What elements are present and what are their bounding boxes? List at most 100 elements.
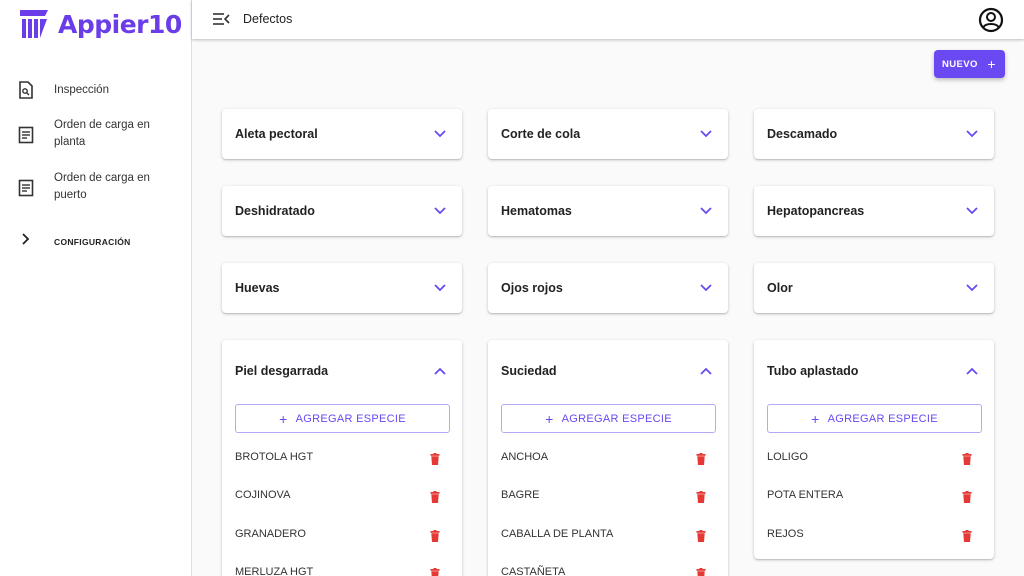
species-row: BROTOLA HGT <box>235 451 450 469</box>
defect-card: Hepatopancreas <box>754 186 994 236</box>
species-name: GRANADERO <box>235 528 306 540</box>
sidebar-item-label: Inspección <box>54 84 109 96</box>
chevron-down-icon <box>700 130 712 138</box>
trash-icon[interactable] <box>430 530 440 542</box>
defect-card-header[interactable]: Deshidratado <box>222 186 462 236</box>
defect-card: Descamado <box>754 109 994 159</box>
chevron-down-icon <box>700 207 712 215</box>
sidebar-item-orden-puerto[interactable]: Orden de carga en puerto <box>0 170 191 206</box>
species-row: BAGRE <box>501 489 716 507</box>
add-species-label: AGREGAR ESPECIE <box>561 412 672 425</box>
chevron-up-icon <box>966 367 978 375</box>
add-species-button[interactable]: + AGREGAR ESPECIE <box>235 404 450 433</box>
species-name: REJOS <box>767 528 804 540</box>
add-species-button[interactable]: + AGREGAR ESPECIE <box>767 404 982 433</box>
account-circle-icon[interactable] <box>978 7 1004 33</box>
plus-icon: + <box>279 410 288 427</box>
trash-icon[interactable] <box>696 453 706 465</box>
chevron-down-icon <box>434 284 446 292</box>
chevron-up-icon <box>434 367 446 375</box>
plus-icon: + <box>545 410 554 427</box>
trash-icon[interactable] <box>962 530 972 542</box>
app-root: Appier10 Inspección Orden de carga en pl… <box>0 0 1024 576</box>
species-name: MERLUZA HGT <box>235 566 314 576</box>
chevron-right-icon <box>22 233 30 245</box>
defect-card-header[interactable]: Ojos rojos <box>488 263 728 313</box>
defect-title: Olor <box>767 281 793 295</box>
species-row: CABALLA DE PLANTA <box>501 528 716 546</box>
brand-logo-icon <box>20 10 48 38</box>
sidebar-item-orden-planta[interactable]: Orden de carga en planta <box>0 117 191 153</box>
defect-title: Huevas <box>235 281 280 295</box>
defect-title: Hematomas <box>501 204 572 218</box>
trash-icon[interactable] <box>696 491 706 503</box>
brand-logo[interactable]: Appier10 <box>18 8 182 40</box>
new-button[interactable]: NUEVO + <box>934 50 1005 78</box>
defect-card-header[interactable]: Suciedad <box>488 340 728 402</box>
defect-title: Ojos rojos <box>501 281 563 295</box>
defect-card-header[interactable]: Aleta pectoral <box>222 109 462 159</box>
defect-title: Hepatopancreas <box>767 204 865 218</box>
trash-icon[interactable] <box>430 568 440 576</box>
defect-card-header[interactable]: Hematomas <box>488 186 728 236</box>
species-row: POTA ENTERA <box>767 489 982 507</box>
defect-title: Deshidratado <box>235 204 315 218</box>
species-name: BROTOLA HGT <box>235 451 314 463</box>
trash-icon[interactable] <box>696 530 706 542</box>
sidebar-item-inspeccion[interactable]: Inspección <box>0 80 191 100</box>
defect-card-header[interactable]: Descamado <box>754 109 994 159</box>
defect-card-header[interactable]: Huevas <box>222 263 462 313</box>
sidebar: Appier10 Inspección Orden de carga en pl… <box>0 0 192 576</box>
plus-icon: + <box>987 56 996 72</box>
chevron-down-icon <box>966 207 978 215</box>
species-row: CASTAÑETA <box>501 566 716 576</box>
add-species-button[interactable]: + AGREGAR ESPECIE <box>501 404 716 433</box>
defect-card: Corte de cola <box>488 109 728 159</box>
trash-icon[interactable] <box>430 453 440 465</box>
defect-card-header[interactable]: Olor <box>754 263 994 313</box>
defect-title: Corte de cola <box>501 127 581 141</box>
species-name: ANCHOA <box>501 451 549 463</box>
defect-title: Tubo aplastado <box>767 364 859 378</box>
chevron-up-icon <box>700 367 712 375</box>
trash-icon[interactable] <box>696 568 706 576</box>
species-name: CABALLA DE PLANTA <box>501 528 614 540</box>
defect-card: Ojos rojos <box>488 263 728 313</box>
chevron-down-icon <box>434 207 446 215</box>
trash-icon[interactable] <box>430 491 440 503</box>
defect-card: Olor <box>754 263 994 313</box>
list-document-icon <box>18 179 34 197</box>
defect-card-header[interactable]: Tubo aplastado <box>754 340 994 402</box>
chevron-down-icon <box>966 130 978 138</box>
defect-card: Deshidratado <box>222 186 462 236</box>
species-row: GRANADERO <box>235 528 450 546</box>
species-row: MERLUZA HGT <box>235 566 450 576</box>
species-row: ANCHOA <box>501 451 716 469</box>
defect-card-header[interactable]: Hepatopancreas <box>754 186 994 236</box>
trash-icon[interactable] <box>962 491 972 503</box>
species-name: COJINOVA <box>235 489 291 501</box>
brand-name: Appier10 <box>58 9 182 39</box>
trash-icon[interactable] <box>962 453 972 465</box>
species-name: POTA ENTERA <box>767 489 844 501</box>
sidebar-item-configuracion[interactable]: CONFIGURACIÓN <box>0 232 191 248</box>
defect-card: Suciedad + AGREGAR ESPECIE ANCHOA BAGRE … <box>488 340 728 576</box>
species-row: COJINOVA <box>235 489 450 507</box>
sidebar-item-label: CONFIGURACIÓN <box>54 237 131 247</box>
defect-card: Huevas <box>222 263 462 313</box>
defect-card: Hematomas <box>488 186 728 236</box>
defect-card: Aleta pectoral <box>222 109 462 159</box>
defect-title: Suciedad <box>501 364 557 378</box>
chevron-down-icon <box>966 284 978 292</box>
species-row: REJOS <box>767 528 982 546</box>
plus-icon: + <box>811 410 820 427</box>
chevron-down-icon <box>700 284 712 292</box>
defect-card-header[interactable]: Piel desgarrada <box>222 340 462 402</box>
new-button-label: NUEVO <box>942 58 978 70</box>
defect-card-header[interactable]: Corte de cola <box>488 109 728 159</box>
chevron-down-icon <box>434 130 446 138</box>
menu-collapse-icon[interactable] <box>212 11 230 27</box>
species-name: LOLIGO <box>767 451 808 463</box>
defect-title: Piel desgarrada <box>235 364 329 378</box>
add-species-label: AGREGAR ESPECIE <box>295 412 406 425</box>
